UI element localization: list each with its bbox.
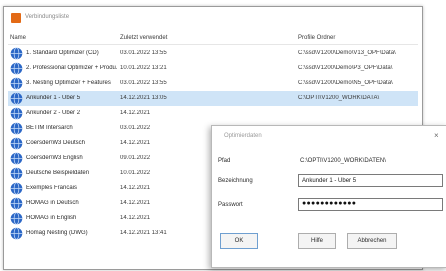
path-value: C:\OPTI\V1200_WORK\DATEN\ xyxy=(300,158,386,164)
app-icon xyxy=(11,13,21,23)
list-item-date: 14.12.2021 13:41 xyxy=(120,230,167,236)
list-item-name: HOMAG in Deutsch xyxy=(26,200,79,206)
connection-globe-icon xyxy=(10,107,23,120)
list-item[interactable]: Ankunder 1 - Uber 5 14.12.2021 13:05 C:\OP… xyxy=(8,91,418,106)
column-header-name[interactable]: Name xyxy=(10,35,26,41)
list-item-date: 14.12.2021 xyxy=(120,140,151,146)
list-item-name: Ankunder 2 - Uber 2 xyxy=(26,110,81,116)
help-button[interactable]: Hilfe xyxy=(298,233,336,249)
list-item-name: HOMAG in English xyxy=(26,215,77,221)
list-item-name: 1. Standard Optimizer (CD) xyxy=(26,50,99,56)
list-item-date: 10.01.2022 xyxy=(120,170,151,176)
name-label: Bezeichnung xyxy=(218,178,253,184)
connection-globe-icon xyxy=(10,122,23,135)
dialog-title: Optimierdaten xyxy=(224,133,262,139)
connection-globe-icon xyxy=(10,152,23,165)
connection-globe-icon xyxy=(10,137,23,150)
list-item-path: C:\ssd\V1200\Demo\V13_OPF\Data\ xyxy=(298,50,396,56)
list-item-name: 3. Nesting Optimizer + Features xyxy=(26,80,111,86)
list-item-date: 14.12.2021 xyxy=(120,200,151,206)
window-title: Verbindungsliste xyxy=(25,14,70,20)
list-item-date: 14.12.2021 xyxy=(120,110,151,116)
list-item-path: C:\ssd\V1200\Demo\N5_OPF\Data\ xyxy=(298,80,393,86)
list-item-date: 14.12.2021 xyxy=(120,185,151,191)
list-item[interactable]: 3. Nesting Optimizer + Features 03.01.202… xyxy=(8,76,418,91)
list-item[interactable]: 2. Professional Optimizer + Produ... 10.0… xyxy=(8,61,418,76)
list-item-name: BETIM Intersarch xyxy=(26,125,73,131)
password-input-value: ●●●●●●●●●●●● xyxy=(302,200,357,207)
list-item-path: C:\OPTI\V1200_WORK\DATA\ xyxy=(298,95,380,101)
list-item-name: Coersder\W3 English xyxy=(26,155,83,161)
list-item-date: 14.12.2021 13:05 xyxy=(120,95,167,101)
connection-globe-icon xyxy=(10,92,23,105)
connection-globe-icon xyxy=(10,47,23,60)
ok-button[interactable]: OK xyxy=(220,233,258,249)
connection-globe-icon xyxy=(10,62,23,75)
name-input[interactable]: Ankunder 1 - Uber 5 xyxy=(298,174,443,187)
close-icon[interactable]: × xyxy=(434,131,439,140)
list-item-date: 03.01.2022 13:55 xyxy=(120,50,167,56)
list-item[interactable]: Ankunder 2 - Uber 2 14.12.2021 xyxy=(8,106,418,121)
list-item[interactable]: 1. Standard Optimizer (CD) 03.01.2022 13:… xyxy=(8,46,418,61)
connection-globe-icon xyxy=(10,182,23,195)
list-item-date: 14.12.2021 xyxy=(120,215,151,221)
list-item-path: C:\ssd\V1200\Demo\P3_OPF\Data\ xyxy=(298,65,393,71)
list-item-name: Exemples Francais xyxy=(26,185,78,191)
connection-globe-icon xyxy=(10,197,23,210)
column-header-last-used[interactable]: Zuletzt verwendet xyxy=(120,35,167,41)
password-label: Passwort xyxy=(218,202,243,208)
column-header-profile-folder[interactable]: Profile Ordner xyxy=(298,35,335,41)
list-item-name: 2. Professional Optimizer + Produ... xyxy=(26,65,118,71)
list-item-date: 10.01.2022 13:21 xyxy=(120,65,167,71)
list-item-date: 09.01.2022 xyxy=(120,155,151,161)
connection-globe-icon xyxy=(10,212,23,225)
cancel-button[interactable]: Abbrechen xyxy=(347,233,397,249)
list-header: Name Zuletzt verwendet Profile Ordner xyxy=(8,32,418,45)
path-label: Pfad xyxy=(218,158,231,164)
password-input[interactable]: ●●●●●●●●●●●● xyxy=(298,198,443,211)
connection-globe-icon xyxy=(10,77,23,90)
connection-globe-icon xyxy=(10,167,23,180)
screen: Verbindungsliste Name Zuletzt verwendet … xyxy=(0,0,446,271)
list-item-name: Coersder\W3 Deutsch xyxy=(26,140,86,146)
list-item-date: 03.01.2022 xyxy=(120,125,151,131)
list-item-name: Ankunder 1 - Uber 5 xyxy=(26,95,81,101)
list-item-name: Homag Nesting (DWG) xyxy=(26,230,88,236)
name-input-value: Ankunder 1 - Uber 5 xyxy=(302,178,357,184)
list-item-name: Deutsche Beispieldaten xyxy=(26,170,90,176)
optimizer-data-dialog: Optimierdaten × Pfad C:\OPTI\V1200_WORK\… xyxy=(211,125,446,268)
connection-globe-icon xyxy=(10,227,23,240)
list-item-date: 03.01.2022 13:55 xyxy=(120,80,167,86)
title-bar[interactable]: Verbindungsliste xyxy=(4,7,422,29)
